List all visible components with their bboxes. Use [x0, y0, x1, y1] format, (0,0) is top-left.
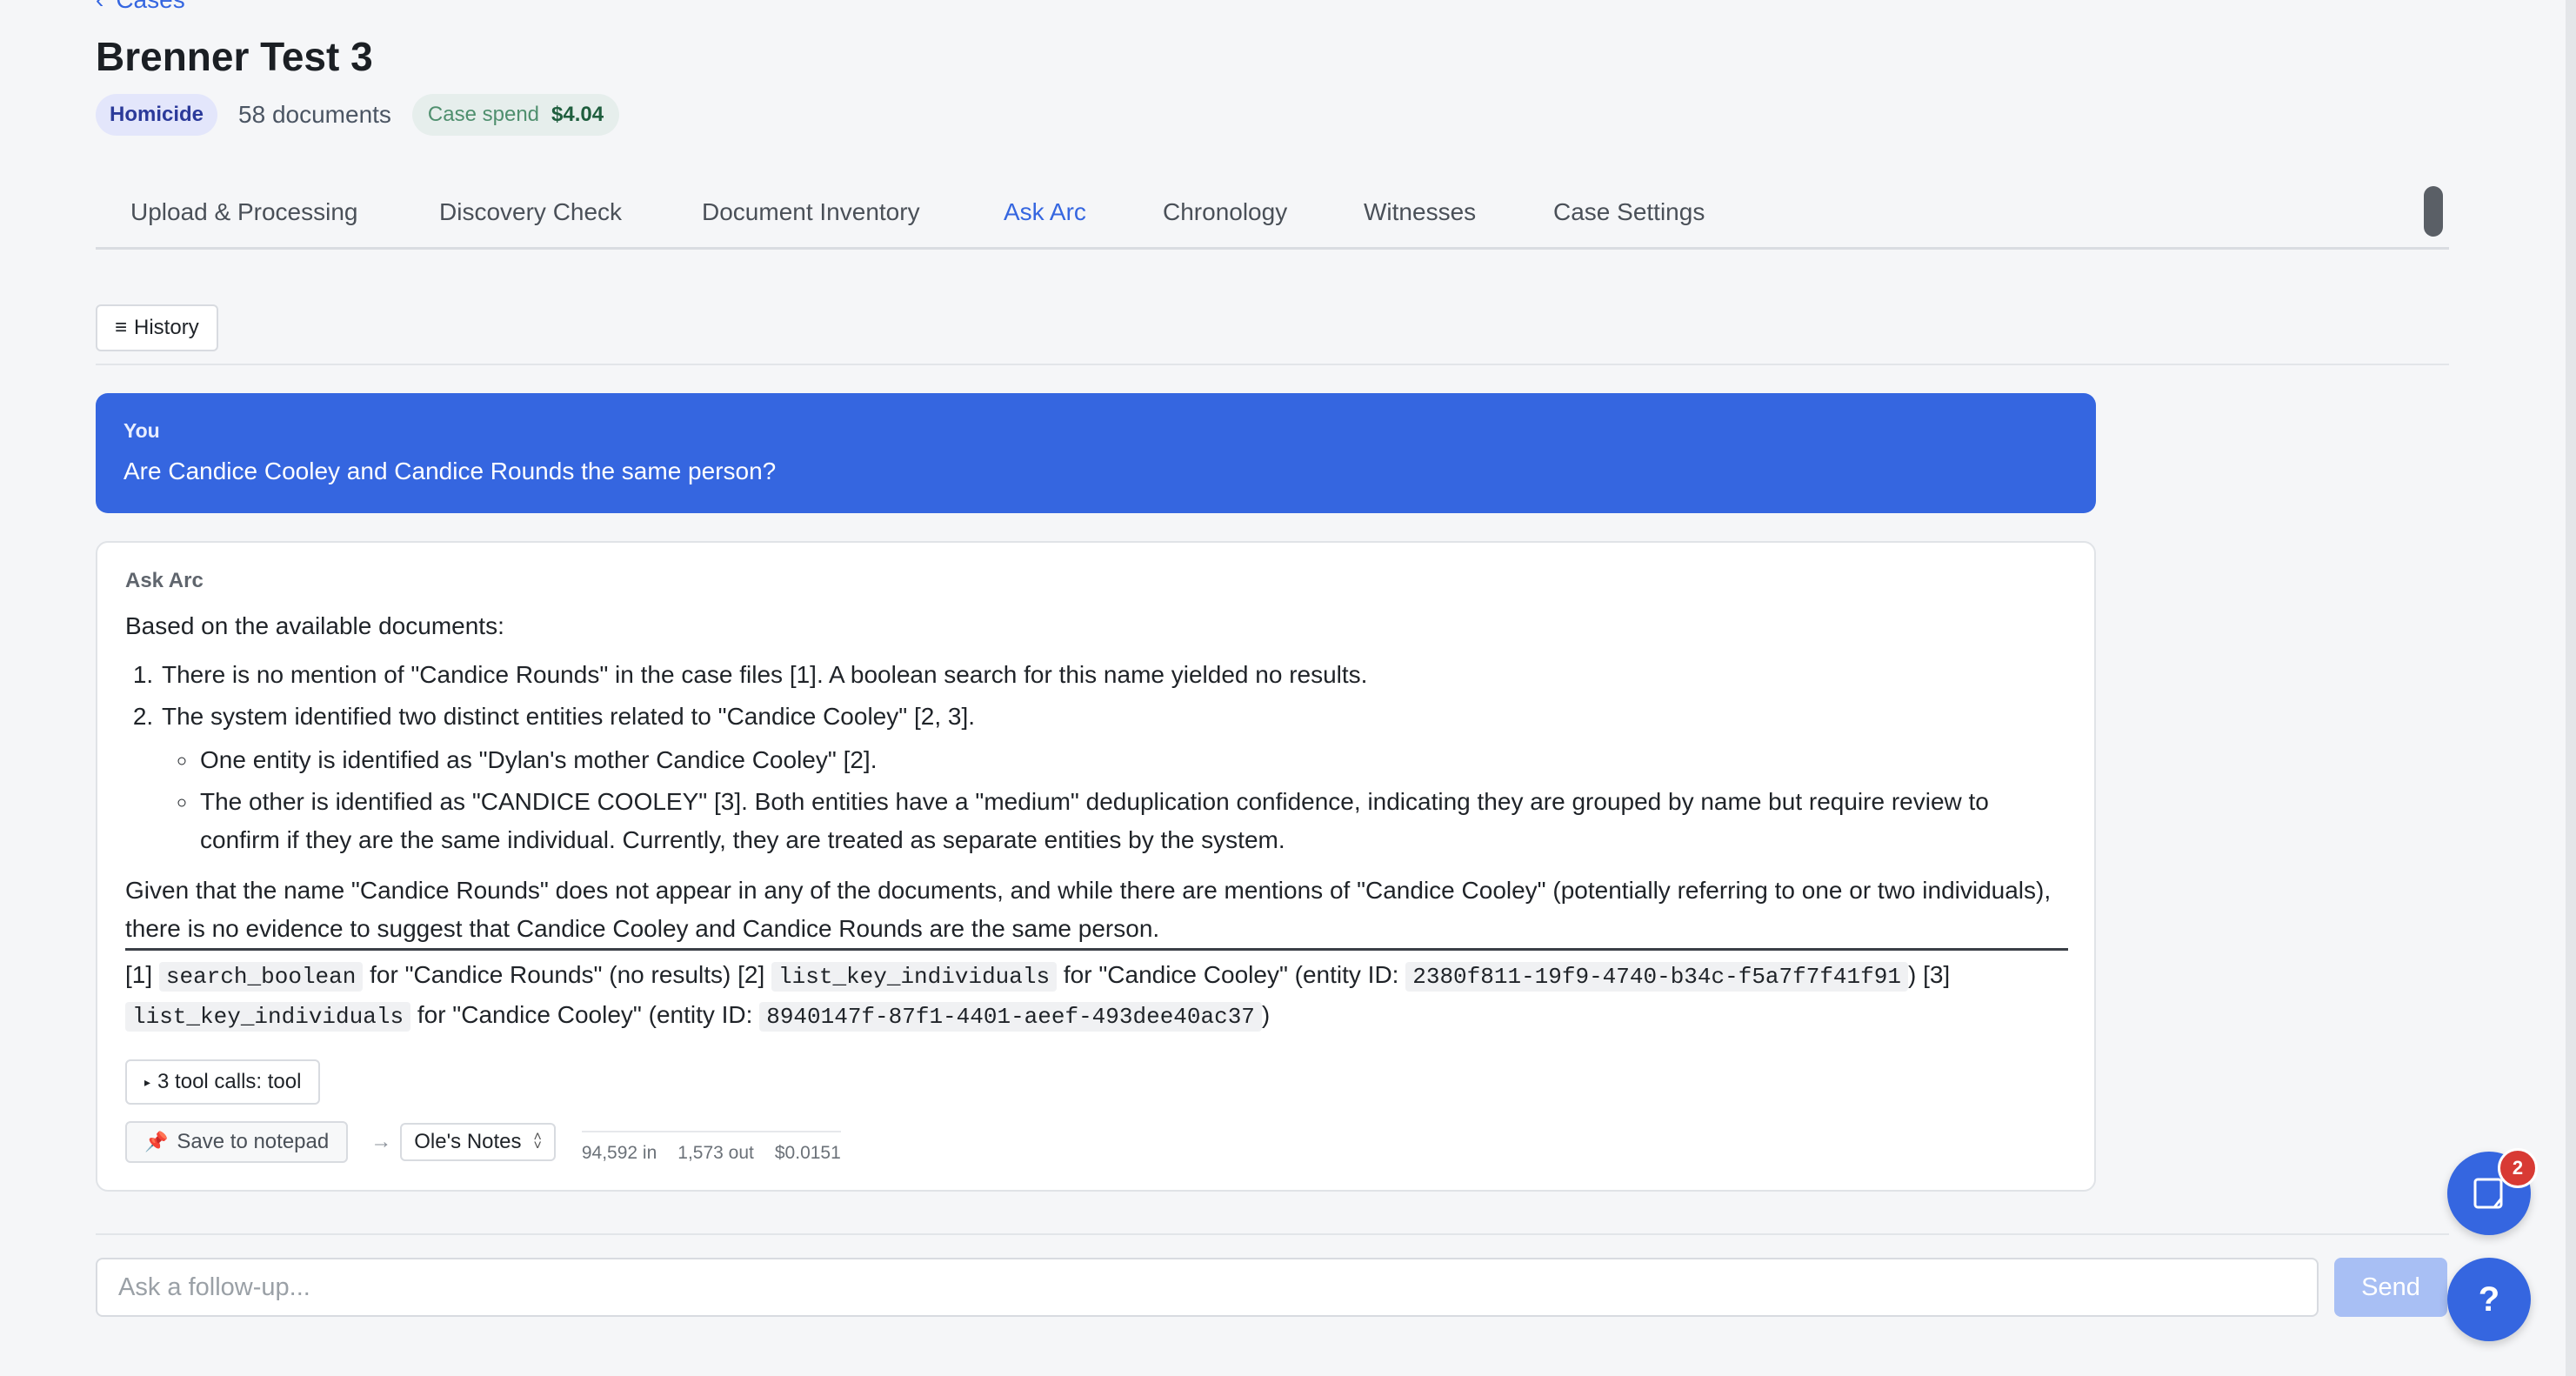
tab-upload-processing[interactable]: Upload & Processing [130, 198, 357, 226]
token-usage: 94,592 in 1,573 out $0.0151 [581, 1131, 841, 1164]
ref-tool-name: search_boolean [158, 962, 364, 992]
notepad-select[interactable]: Ole's Notes ˄ ˅ [400, 1123, 556, 1161]
menu-icon: ≡ [115, 316, 128, 339]
assistant-message-sender: Ask Arc [125, 569, 204, 592]
document-count: 58 documents [238, 101, 391, 128]
ref-marker: [3] [1923, 961, 1951, 988]
help-button[interactable]: ? [2447, 1258, 2531, 1341]
answer-sublist: One entity is identified as "Dylan's mot… [162, 741, 2068, 859]
back-to-cases-link[interactable]: ‹ Cases [96, 0, 185, 14]
chevron-updown-icon: ˄ ˅ [533, 1130, 542, 1153]
ref-close: ) [1261, 1001, 1271, 1028]
triangle-right-icon: ▸ [144, 1074, 151, 1089]
ref-entity-id: 2380f811-19f9-4740-b34c-f5a7f7f41f91 [1405, 962, 1908, 992]
tokens-out: 1,573 out [677, 1143, 754, 1163]
answer-list-item-text: The system identified two distinct entit… [162, 703, 976, 730]
save-to-notepad-label: Save to notepad [177, 1130, 330, 1153]
history-button[interactable]: ≡ History [96, 304, 218, 351]
ref-text: for "Candice Rounds" (no results) [370, 961, 731, 988]
send-button[interactable]: Send [2334, 1258, 2447, 1317]
user-message-sender: You [123, 419, 160, 442]
assistant-message-body: Based on the available documents: There … [125, 607, 2068, 1036]
answer-list-item: There is no mention of "Candice Rounds" … [160, 656, 2068, 694]
ref-tool-name: list_key_individuals [771, 962, 1058, 992]
notepad-select-value: Ole's Notes [414, 1130, 522, 1153]
tab-document-inventory[interactable]: Document Inventory [702, 198, 920, 226]
user-message: You Are Candice Cooley and Candice Round… [96, 393, 2096, 513]
answer-list: There is no mention of "Candice Rounds" … [125, 656, 2068, 859]
chevron-left-icon: ‹ [96, 0, 103, 13]
case-meta: Homicide 58 documents Case spend $4.04 [96, 94, 620, 136]
answer-list-item: The system identified two distinct entit… [160, 698, 2068, 859]
answer-sublist-item: The other is identified as "CANDICE COOL… [198, 783, 2068, 859]
answer-sublist-item: One entity is identified as "Dylan's mot… [198, 741, 2068, 779]
tabs-scrollbar[interactable] [2424, 186, 2443, 237]
app-page: ‹ Cases Brenner Test 3 Homicide 58 docume… [0, 0, 2576, 1376]
answer-conclusion: Given that the name "Candice Rounds" doe… [125, 877, 2052, 942]
notes-count-badge: 2 [2498, 1148, 2538, 1188]
message-cost: $0.0151 [774, 1143, 841, 1163]
case-category-badge: Homicide [96, 94, 218, 136]
arrow-right-icon: → [370, 1130, 392, 1153]
pushpin-icon: 📌 [144, 1131, 169, 1152]
tab-case-settings[interactable]: Case Settings [1553, 198, 1705, 226]
case-spend-pill: Case spend $4.04 [411, 94, 620, 136]
tool-calls-label: 3 tool calls: tool [157, 1070, 302, 1093]
tab-discovery-check[interactable]: Discovery Check [439, 198, 622, 226]
ref-marker: [2] [737, 961, 765, 988]
tab-ask-arc[interactable]: Ask Arc [1004, 198, 1086, 226]
tab-witnesses[interactable]: Witnesses [1364, 198, 1476, 226]
divider [96, 1233, 2449, 1235]
case-tabs: Upload & Processing Discovery Check Docu… [96, 186, 2449, 250]
follow-up-input[interactable] [96, 1258, 2319, 1317]
page-title: Brenner Test 3 [96, 34, 373, 79]
tokens-in: 94,592 in [581, 1143, 657, 1163]
save-to-notepad-button[interactable]: 📌 Save to notepad [125, 1121, 349, 1163]
answer-intro: Based on the available documents: [125, 612, 504, 639]
window-edge [2566, 0, 2576, 1376]
ref-text: for "Candice Cooley" (entity ID: [417, 1001, 753, 1028]
user-message-text: Are Candice Cooley and Candice Rounds th… [123, 458, 777, 484]
divider [96, 364, 2449, 365]
answer-references: [1] search_boolean for "Candice Rounds" … [125, 948, 2068, 1036]
ref-text: for "Candice Cooley" (entity ID: [1063, 961, 1399, 988]
tool-calls-toggle[interactable]: ▸ 3 tool calls: tool [125, 1059, 321, 1105]
ref-close: ) [1907, 961, 1917, 988]
ref-tool-name: list_key_individuals [125, 1002, 411, 1032]
ref-entity-id: 8940147f-87f1-4401-aeef-493dee40ac37 [759, 1002, 1262, 1032]
ref-marker: [1] [125, 961, 153, 988]
assistant-message: Ask Arc Based on the available documents… [96, 541, 2096, 1192]
case-spend-label: Case spend [427, 103, 540, 126]
case-spend-value: $4.04 [551, 103, 604, 126]
back-link-label: Cases [116, 0, 184, 13]
tab-chronology[interactable]: Chronology [1163, 198, 1287, 226]
history-label: History [134, 316, 199, 339]
message-actions: 📌 Save to notepad → Ole's Notes ˄ ˅ 94,59… [125, 1120, 841, 1164]
